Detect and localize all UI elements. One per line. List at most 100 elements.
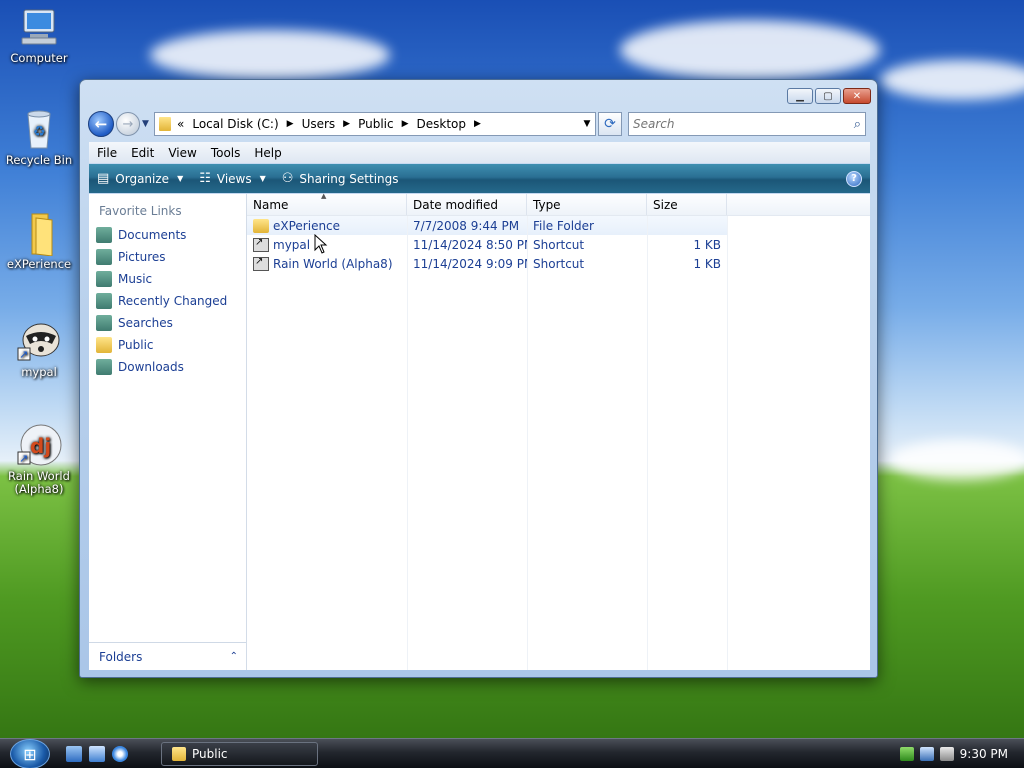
favorite-link-recently-changed[interactable]: Recently Changed: [89, 290, 246, 312]
favorite-link-downloads[interactable]: Downloads: [89, 356, 246, 378]
desktop-icon-computer[interactable]: Computer: [4, 4, 74, 65]
chevron-right-icon[interactable]: ▶: [474, 119, 481, 129]
mouse-cursor-icon: [314, 234, 328, 254]
refresh-button[interactable]: ⟳: [598, 112, 622, 136]
file-name: Rain World (Alpha8): [273, 256, 393, 271]
volume-muted-icon[interactable]: [939, 747, 954, 761]
chevron-down-icon: ▼: [259, 174, 266, 183]
file-type: File Folder: [533, 218, 594, 233]
file-list: ▲ Name Date modified Type Size eXPerienc…: [247, 192, 870, 670]
column-header-name[interactable]: ▲ Name: [247, 192, 407, 215]
breadcrumb-local-disk[interactable]: Local Disk (C:): [192, 117, 278, 131]
chevron-right-icon[interactable]: ▶: [287, 119, 294, 129]
column-header-date[interactable]: Date modified: [407, 194, 527, 215]
column-headers: ▲ Name Date modified Type Size: [247, 192, 870, 216]
close-button[interactable]: ✕: [843, 88, 871, 104]
desktop-icon-label: mypal: [21, 365, 57, 379]
switch-windows-icon[interactable]: [89, 746, 105, 762]
menu-edit[interactable]: Edit: [131, 146, 154, 160]
file-size: 1 KB: [693, 237, 721, 252]
favorite-link-label: Documents: [118, 228, 187, 242]
chevron-right-icon[interactable]: ▶: [343, 119, 350, 129]
file-row[interactable]: eXPerience 7/7/2008 9:44 PM File Folder: [247, 216, 727, 235]
sharing-settings-button[interactable]: ⚇ Sharing Settings: [282, 171, 399, 186]
breadcrumb-public[interactable]: Public: [358, 117, 394, 131]
column-divider: [727, 216, 728, 670]
shortcut-icon: [253, 256, 269, 271]
menu-view[interactable]: View: [168, 146, 196, 160]
desktop-icon-recycle-bin[interactable]: ♻ Recycle Bin: [4, 106, 74, 167]
taskbar: ⊞ Public 9:30 PM: [0, 738, 1024, 768]
folders-toggle[interactable]: Folders ⌃: [89, 642, 246, 670]
desktop-icon-label: Computer: [10, 51, 68, 65]
show-desktop-icon[interactable]: [66, 746, 82, 762]
address-dropdown-button[interactable]: ▼: [579, 119, 595, 129]
navigation-bar: ← → ▼ « Local Disk (C:) ▶ Users ▶ Public…: [88, 110, 869, 138]
taskbar-button-public[interactable]: Public: [161, 742, 318, 766]
favorite-link-documents[interactable]: Documents: [89, 224, 246, 246]
chevron-right-icon[interactable]: ▶: [402, 119, 409, 129]
column-header-type[interactable]: Type: [527, 194, 647, 215]
maximize-button[interactable]: ▢: [815, 88, 841, 104]
desktop-icon-experience[interactable]: eXPerience: [4, 210, 74, 271]
folder-icon: [16, 210, 62, 257]
favorite-link-searches[interactable]: Searches: [89, 312, 246, 334]
organize-icon: ▤: [97, 171, 110, 186]
desktop-icon-label: Rain World (Alpha8): [8, 469, 70, 496]
file-name: eXPerience: [273, 218, 341, 233]
search-icon[interactable]: ⌕: [854, 117, 861, 132]
menu-tools[interactable]: Tools: [211, 146, 241, 160]
back-button[interactable]: ←: [88, 111, 114, 137]
favorite-link-public[interactable]: Public: [89, 334, 246, 356]
desktop-icon-mypal[interactable]: ↗ mypal: [4, 318, 74, 379]
pictures-icon: [96, 249, 112, 265]
column-header-label: Name: [253, 197, 289, 212]
refresh-icon: ⟳: [604, 116, 616, 132]
address-bar[interactable]: « Local Disk (C:) ▶ Users ▶ Public ▶ Des…: [154, 112, 596, 136]
folder-icon: [96, 337, 112, 353]
file-type: Shortcut: [533, 237, 585, 252]
start-button[interactable]: ⊞: [10, 739, 50, 768]
desktop-icon-label: eXPerience: [6, 257, 72, 271]
documents-icon: [96, 227, 112, 243]
network-icon[interactable]: [919, 747, 934, 761]
forward-button[interactable]: →: [116, 112, 140, 136]
security-icon[interactable]: [899, 747, 914, 761]
help-icon: ?: [851, 173, 857, 184]
search-box[interactable]: ⌕: [628, 112, 866, 136]
searches-icon: [96, 315, 112, 331]
rain-world-shortcut-icon: dj ↗: [16, 422, 62, 468]
file-row[interactable]: mypal 11/14/2024 8:50 PM Shortcut 1 KB: [247, 235, 870, 254]
search-input[interactable]: [633, 117, 854, 131]
favorite-link-pictures[interactable]: Pictures: [89, 246, 246, 268]
help-button[interactable]: ?: [846, 170, 862, 187]
breadcrumb-overflow[interactable]: «: [177, 117, 184, 131]
menu-file[interactable]: File: [97, 146, 117, 160]
svg-text:dj: dj: [30, 434, 51, 458]
recently-changed-icon: [96, 293, 112, 309]
folder-icon: [159, 117, 171, 131]
explorer-window: ▁ ▢ ✕ ← → ▼ « Local Disk (C:) ▶ Users ▶ …: [79, 79, 878, 678]
column-header-label: Date modified: [413, 197, 499, 212]
favorite-link-music[interactable]: Music: [89, 268, 246, 290]
internet-explorer-icon[interactable]: [112, 746, 128, 762]
column-header-size[interactable]: Size: [647, 194, 727, 215]
sort-ascending-icon: ▲: [321, 192, 327, 200]
favorite-link-label: Searches: [118, 316, 173, 330]
recent-pages-dropdown[interactable]: ▼: [142, 119, 152, 129]
views-button[interactable]: ☷ Views ▼: [199, 171, 266, 186]
breadcrumb-desktop[interactable]: Desktop: [417, 117, 467, 131]
views-icon: ☷: [199, 171, 211, 186]
clock[interactable]: 9:30 PM: [960, 747, 1008, 761]
file-row[interactable]: Rain World (Alpha8) 11/14/2024 9:09 PM S…: [247, 254, 870, 273]
minimize-button[interactable]: ▁: [787, 88, 813, 104]
menu-help[interactable]: Help: [254, 146, 281, 160]
sharing-icon: ⚇: [281, 171, 294, 186]
column-header-label: Type: [533, 197, 561, 212]
window-controls: ▁ ▢ ✕: [787, 88, 871, 104]
music-icon: [96, 271, 112, 287]
desktop-icon-rain-world[interactable]: dj ↗ Rain World (Alpha8): [4, 422, 74, 496]
organize-button[interactable]: ▤ Organize ▼: [97, 171, 183, 186]
breadcrumb-users[interactable]: Users: [302, 117, 336, 131]
desktop-icon-label: Recycle Bin: [5, 153, 73, 167]
